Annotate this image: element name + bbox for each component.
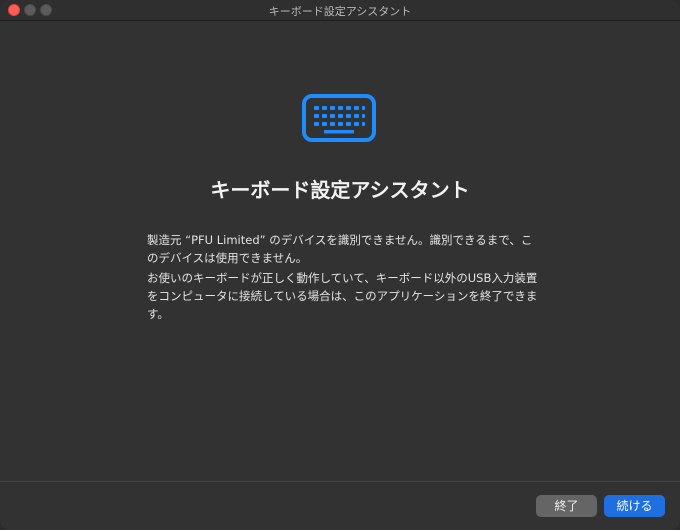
keyboard-icon (302, 94, 376, 142)
main-content: キーボード設定アシスタント 製造元 “PFU Limited” のデバイスを識別… (0, 21, 680, 481)
assistant-window: キーボード設定アシスタント キーボード設定アシスタント 製造元 “PFU Lim… (0, 0, 680, 530)
window-title: キーボード設定アシスタント (268, 5, 412, 18)
footer-divider (0, 481, 680, 482)
description-paragraph-1: 製造元 “PFU Limited” のデバイスを識別できません。識別できるまで、… (147, 233, 533, 265)
description-paragraph-2: お使いのキーボードが正しく動作していて、キーボード以外のUSB入力装置をコンピュ… (147, 271, 538, 321)
continue-button[interactable]: 続ける (604, 495, 665, 517)
title-bar[interactable]: キーボード設定アシスタント (0, 0, 680, 21)
quit-button[interactable]: 終了 (536, 495, 597, 517)
page-heading: キーボード設定アシスタント (210, 178, 470, 202)
